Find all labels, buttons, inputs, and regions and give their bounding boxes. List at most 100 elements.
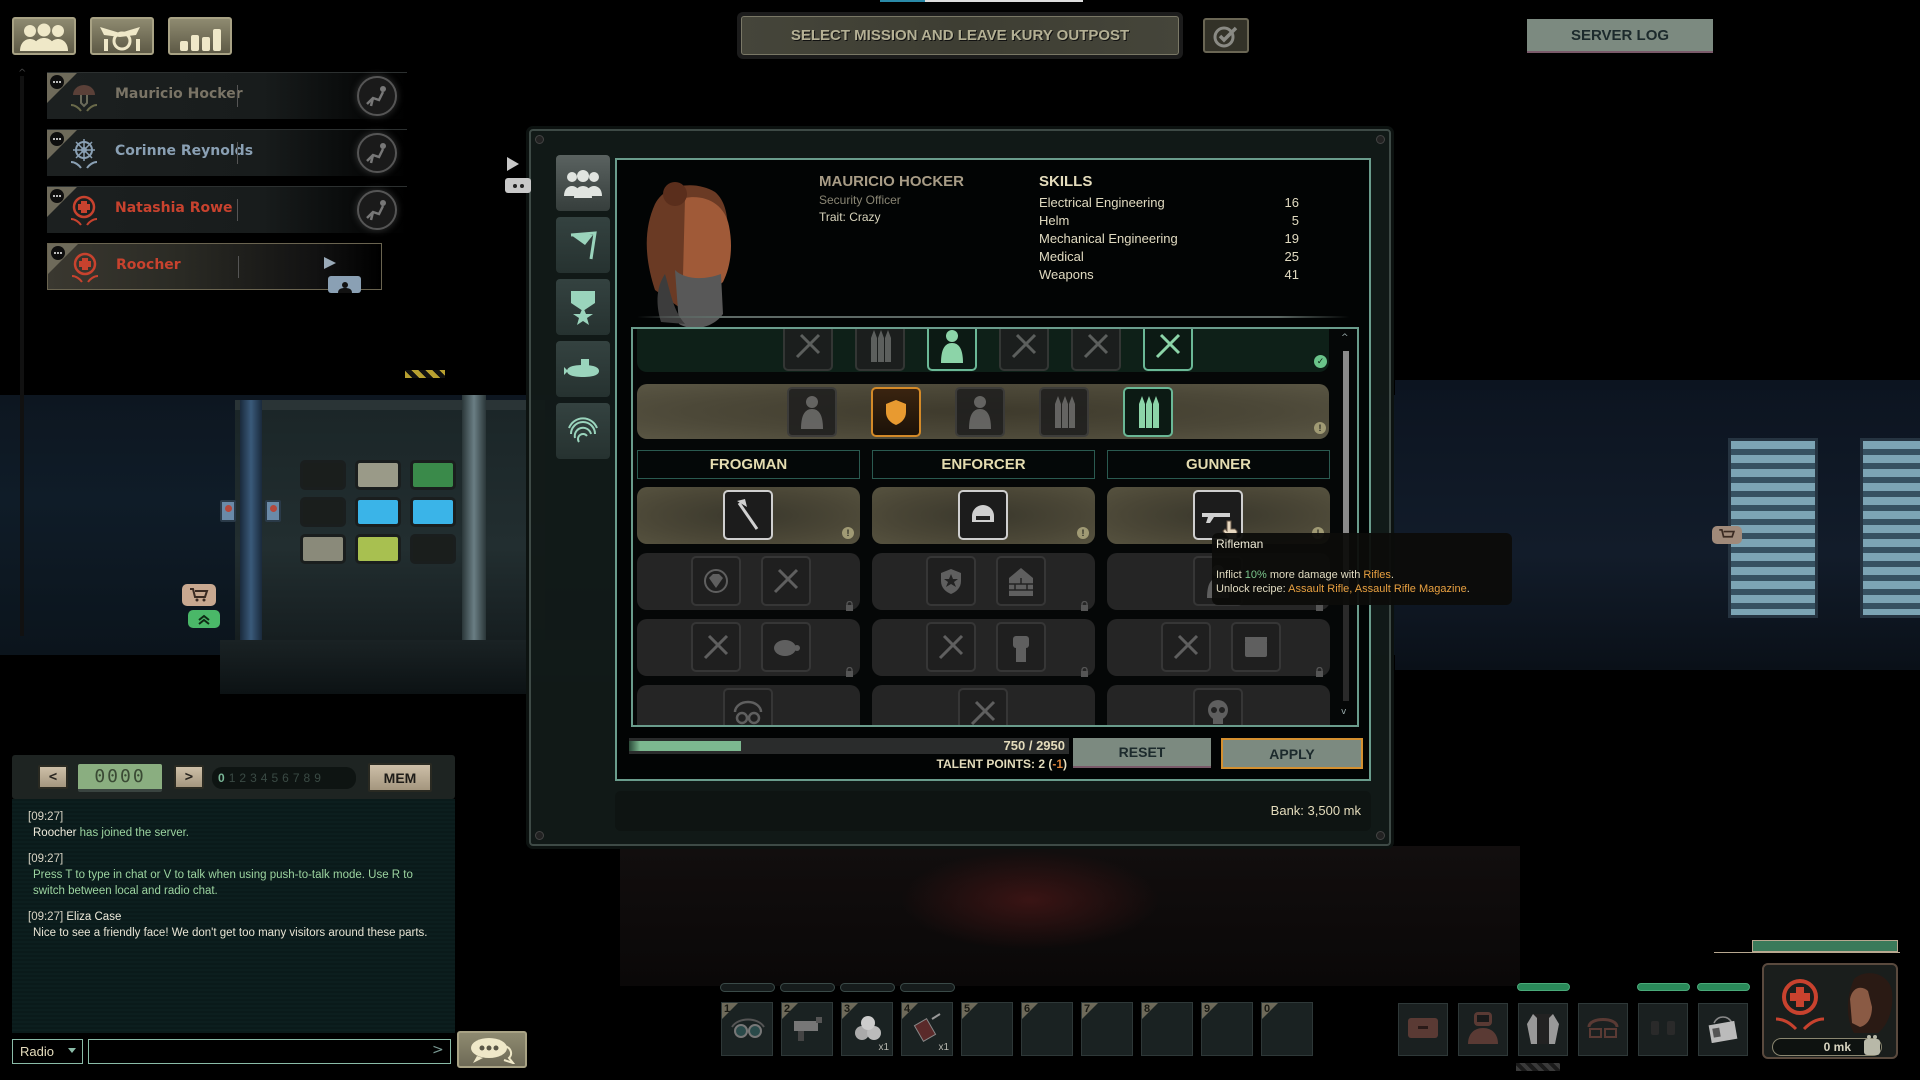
crew-options-icon[interactable] <box>50 132 64 146</box>
info-icon[interactable]: ! <box>1314 422 1326 434</box>
channel-digits[interactable]: 0123456789 <box>212 767 356 789</box>
crew-member-row[interactable]: Mauricio Hocker <box>47 72 407 119</box>
job-talent[interactable] <box>1071 329 1121 371</box>
select-mission-button[interactable]: SELECT MISSION AND LEAVE KURY OUTPOST <box>737 12 1183 59</box>
talent-slot[interactable] <box>1193 688 1243 725</box>
talent-slot[interactable] <box>691 556 741 606</box>
channel-digit[interactable]: 8 <box>304 771 311 785</box>
talent-slot[interactable] <box>926 556 976 606</box>
talent-slot[interactable] <box>926 622 976 672</box>
send-icon[interactable]: > <box>432 1042 444 1058</box>
tab-identity[interactable] <box>556 403 610 459</box>
hotbar-slot[interactable]: 8 <box>1141 1002 1193 1056</box>
scroll-up-icon[interactable]: ^ <box>18 68 26 79</box>
message-time: [09:27] <box>28 811 64 823</box>
info-icon[interactable]: ! <box>842 527 854 539</box>
primary-talent[interactable] <box>787 387 837 437</box>
store-cart-icon[interactable] <box>182 584 216 606</box>
info-icon[interactable]: ! <box>1077 527 1089 539</box>
equipment-slot-diving-suit[interactable] <box>1458 1003 1508 1056</box>
talent-slot[interactable] <box>1231 622 1281 672</box>
talent-slot[interactable] <box>723 688 773 725</box>
talent-slot[interactable] <box>691 622 741 672</box>
equipment-slot-bag[interactable] <box>1398 1003 1448 1056</box>
reset-button[interactable]: RESET <box>1073 738 1211 768</box>
talent-slot[interactable] <box>958 688 1008 725</box>
hotbar-tab[interactable] <box>840 983 895 992</box>
chat-message: [09:27] Press T to type in chat or V to … <box>28 851 448 899</box>
hotbar-slot[interactable]: 2 <box>781 1002 833 1056</box>
crew-tab-button[interactable] <box>12 17 76 55</box>
hotbar-slot[interactable]: 1 <box>721 1002 773 1056</box>
hotbar-slot[interactable]: 9 <box>1201 1002 1253 1056</box>
channel-digit[interactable]: 0 <box>218 771 225 785</box>
equipment-slot-glasses[interactable] <box>1578 1003 1628 1056</box>
hotbar-slot[interactable]: 7 <box>1081 1002 1133 1056</box>
crew-options-icon[interactable] <box>51 246 65 260</box>
channel-next-button[interactable]: > <box>174 765 204 789</box>
channel-digit[interactable]: 3 <box>250 771 257 785</box>
talent-slot[interactable] <box>723 490 773 540</box>
memory-button[interactable]: MEM <box>368 763 432 792</box>
hotbar-slot[interactable]: 3 x1 <box>841 1002 893 1056</box>
channel-digit[interactable]: 7 <box>293 771 300 785</box>
chat-mode-dropdown[interactable]: Radio <box>12 1039 83 1064</box>
tab-missions[interactable] <box>556 217 610 273</box>
talent-slot[interactable] <box>761 622 811 672</box>
crew-options-icon[interactable] <box>50 75 64 89</box>
crew-member-row[interactable]: Corinne Reynolds <box>47 129 407 176</box>
talent-tree-scrollbar[interactable]: ^ v <box>1341 333 1349 721</box>
player-portrait[interactable]: 0 mk <box>1762 963 1898 1059</box>
apply-button[interactable]: APPLY <box>1221 738 1363 769</box>
equipment-slot-id-card[interactable] <box>1698 1003 1748 1056</box>
hotbar-tab[interactable] <box>720 983 775 992</box>
crew-options-icon[interactable] <box>50 189 64 203</box>
hotbar-slot[interactable]: 0 <box>1261 1002 1313 1056</box>
scroll-down-icon[interactable]: v <box>1341 707 1346 717</box>
channel-digit[interactable]: 4 <box>261 771 268 785</box>
primary-talent[interactable] <box>871 387 921 437</box>
talent-slot[interactable] <box>996 556 1046 606</box>
primary-talent[interactable] <box>1039 387 1089 437</box>
channel-digit[interactable]: 6 <box>282 771 289 785</box>
job-talent[interactable] <box>999 329 1049 371</box>
talent-slot[interactable] <box>1161 622 1211 672</box>
primary-talent[interactable] <box>955 387 1005 437</box>
scroll-up-icon[interactable]: ^ <box>1341 333 1349 343</box>
equipment-slot-headset[interactable] <box>1638 1003 1688 1056</box>
chat-toggle-button[interactable] <box>457 1031 527 1068</box>
job-talent[interactable] <box>783 329 833 371</box>
hotbar-slot[interactable]: 4 x1 <box>901 1002 953 1056</box>
stats-tab-button[interactable] <box>168 17 232 55</box>
talent-slot[interactable] <box>761 556 811 606</box>
character-tab-button[interactable] <box>90 17 154 55</box>
server-log-button[interactable]: SERVER LOG <box>1527 19 1713 53</box>
hotbar-slot[interactable]: 5 <box>961 1002 1013 1056</box>
talent-slot[interactable] <box>958 490 1008 540</box>
chat-input[interactable] <box>88 1039 451 1064</box>
channel-prev-button[interactable]: < <box>38 765 68 789</box>
crew-member-row[interactable]: Natashia Rowe <box>47 186 407 233</box>
tab-reputation[interactable] <box>556 279 610 335</box>
channel-digit[interactable]: 5 <box>271 771 278 785</box>
job-talent[interactable] <box>855 329 905 371</box>
channel-digit[interactable]: 2 <box>239 771 246 785</box>
channel-digit[interactable]: 1 <box>229 771 236 785</box>
primary-talent[interactable] <box>1123 387 1173 437</box>
hotbar-tab[interactable] <box>780 983 835 992</box>
tab-submarine[interactable] <box>556 341 610 397</box>
chat-log[interactable]: [09:27] Roocher has joined the server. [… <box>12 799 455 1033</box>
channel-digit[interactable]: 9 <box>314 771 321 785</box>
job-talent[interactable] <box>1143 329 1193 371</box>
crew-list-scrollbar[interactable] <box>20 76 24 636</box>
ladder-up-icon[interactable] <box>188 610 220 628</box>
talent-slot[interactable] <box>996 622 1046 672</box>
hotbar-tab[interactable] <box>900 983 955 992</box>
tooltip-text: . <box>1390 569 1394 581</box>
equipment-slot-body-armor[interactable] <box>1518 1003 1568 1056</box>
job-talent[interactable] <box>927 329 977 371</box>
ready-check-button[interactable] <box>1203 18 1249 53</box>
hotbar-slot[interactable]: 6 <box>1021 1002 1073 1056</box>
tab-crew[interactable] <box>556 155 610 211</box>
store-cart-icon[interactable] <box>1712 526 1742 544</box>
